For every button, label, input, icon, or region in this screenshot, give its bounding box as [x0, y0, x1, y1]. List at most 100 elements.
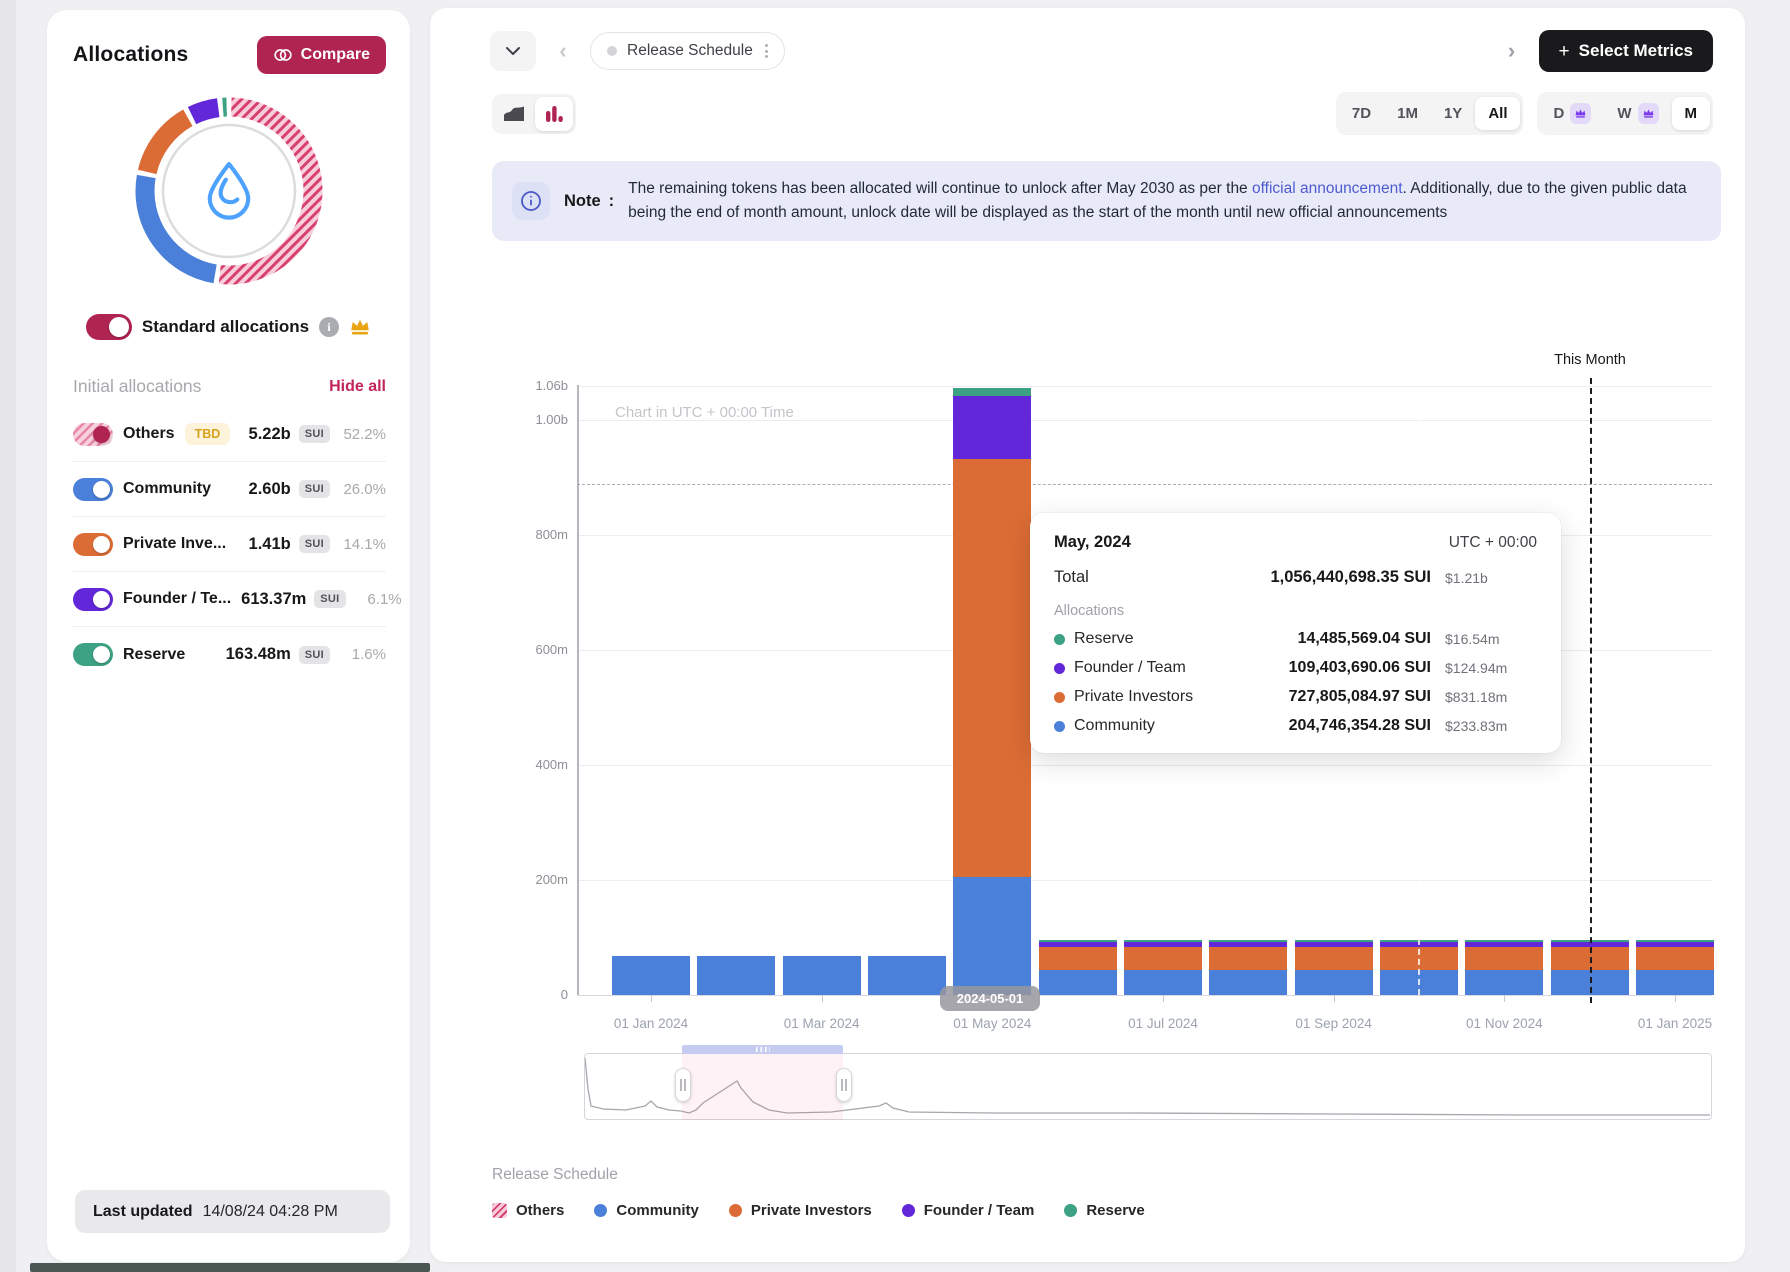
x-axis-label: 01 Jan 2024	[586, 1016, 716, 1031]
bar-jun-2024-private-investors[interactable]	[1039, 947, 1117, 970]
interval-group: D W M	[1537, 92, 1713, 135]
tooltip-total-usd: $1.21b	[1445, 570, 1537, 586]
chart-legend: Others Community Private Investors Found…	[492, 1202, 1145, 1219]
allocation-percent: 6.1%	[354, 591, 402, 608]
bar-aug-2024-private-investors[interactable]	[1209, 947, 1287, 970]
sui-badge: SUI	[314, 590, 345, 608]
range-all[interactable]: All	[1475, 97, 1520, 130]
sui-badge: SUI	[299, 646, 330, 664]
official-announcement-link[interactable]: official announcement	[1252, 180, 1403, 197]
chart-watermark: Chart in UTC + 00:00 Time	[615, 404, 794, 421]
bar-jun-2024-community[interactable]	[1039, 970, 1117, 995]
range-1m[interactable]: 1M	[1384, 97, 1431, 130]
bar-may-2024-reserve[interactable]	[953, 388, 1031, 396]
bar-jan-2025-private-investors[interactable]	[1636, 947, 1714, 970]
bar-chart-button[interactable]	[535, 97, 573, 131]
bar-jul-2024-community[interactable]	[1124, 970, 1202, 995]
bar-aug-2024-founder-team[interactable]	[1209, 942, 1287, 948]
bar-jul-2024-founder-team[interactable]	[1124, 942, 1202, 948]
reserve-dot-icon	[1054, 634, 1065, 645]
gridline	[577, 880, 1712, 881]
standard-allocations-toggle[interactable]	[86, 314, 132, 340]
interval-month[interactable]: M	[1672, 97, 1711, 130]
metric-pill[interactable]: Release Schedule	[590, 32, 785, 70]
bar-may-2024-founder-team[interactable]	[953, 396, 1031, 459]
this-month-line	[1590, 378, 1592, 1003]
bar-jun-2024-founder-team[interactable]	[1039, 942, 1117, 948]
bar-mar-2024-community[interactable]	[783, 956, 861, 995]
navigator-selection[interactable]	[682, 1053, 843, 1120]
community-dot-icon	[594, 1204, 607, 1217]
select-metrics-button[interactable]: + Select Metrics	[1539, 30, 1713, 72]
bar-nov-2024-reserve[interactable]	[1465, 940, 1543, 942]
x-axis-line	[577, 995, 1712, 996]
hover-date-chip: 2024-05-01	[940, 986, 1040, 1011]
bar-jan-2025-community[interactable]	[1636, 970, 1714, 995]
navigator-handle-right[interactable]	[836, 1068, 852, 1102]
bar-sep-2024-community[interactable]	[1295, 970, 1373, 995]
navigator-handle-left[interactable]	[675, 1068, 691, 1102]
bar-aug-2024-community[interactable]	[1209, 970, 1287, 995]
legend-item-reserve[interactable]: Reserve	[1064, 1202, 1144, 1219]
range-7d[interactable]: 7D	[1339, 97, 1384, 130]
last-updated-label: Last updated	[93, 1203, 193, 1221]
y-axis-line	[577, 385, 579, 995]
bar-apr-2024-community[interactable]	[868, 956, 946, 995]
community-dot-icon	[1054, 721, 1065, 732]
tooltip-date: May, 2024	[1054, 533, 1131, 552]
allocation-name: Others	[123, 425, 175, 443]
interval-day[interactable]: D	[1540, 95, 1604, 132]
donut-segment-founder-te-[interactable]	[192, 108, 218, 116]
interval-week[interactable]: W	[1604, 95, 1671, 132]
prev-metric-arrow[interactable]: ‹	[552, 38, 574, 64]
y-axis-tick: 1.06b	[516, 378, 568, 393]
sui-badge: SUI	[299, 425, 330, 443]
others-toggle[interactable]	[73, 423, 113, 446]
bar-jan-2025-founder-team[interactable]	[1636, 942, 1714, 948]
range-1y[interactable]: 1Y	[1431, 97, 1475, 130]
bar-jul-2024-private-investors[interactable]	[1124, 947, 1202, 970]
private-investors-toggle[interactable]	[73, 533, 113, 556]
allocation-percent: 1.6%	[338, 646, 386, 663]
next-metric-arrow[interactable]: ›	[1501, 38, 1523, 64]
allocation-name: Founder / Te...	[123, 590, 231, 608]
bar-jul-2024-reserve[interactable]	[1124, 940, 1202, 942]
y-axis-tick: 200m	[516, 872, 568, 887]
private-investors-dot-icon	[729, 1204, 742, 1217]
expand-metrics-button[interactable]	[490, 31, 536, 71]
bar-may-2024-community[interactable]	[953, 877, 1031, 995]
bar-jan-2025-reserve[interactable]	[1636, 940, 1714, 942]
bar-nov-2024-community[interactable]	[1465, 970, 1543, 995]
y-axis-tick: 0	[516, 987, 568, 1002]
legend-item-others[interactable]: Others	[492, 1202, 564, 1219]
allocation-name: Reserve	[123, 646, 185, 664]
allocation-row-reserve: Reserve 163.48m SUI 1.6%	[73, 627, 386, 682]
navigator-selection-bar[interactable]	[682, 1045, 843, 1054]
bar-sep-2024-private-investors[interactable]	[1295, 947, 1373, 970]
area-chart-button[interactable]	[495, 97, 533, 131]
legend-item-community[interactable]: Community	[594, 1202, 699, 1219]
bar-may-2024-private-investors[interactable]	[953, 459, 1031, 877]
founder-team-toggle[interactable]	[73, 588, 113, 611]
kebab-menu-icon[interactable]	[763, 42, 770, 60]
bar-nov-2024-founder-team[interactable]	[1465, 942, 1543, 948]
tooltip-section-label: Allocations	[1054, 603, 1537, 619]
bar-jan-2024-community[interactable]	[612, 956, 690, 995]
bar-feb-2024-community[interactable]	[697, 956, 775, 995]
allocation-amount: 2.60b	[249, 480, 291, 499]
bar-nov-2024-private-investors[interactable]	[1465, 947, 1543, 970]
bar-sep-2024-reserve[interactable]	[1295, 940, 1373, 942]
legend-item-private-investors[interactable]: Private Investors	[729, 1202, 872, 1219]
info-icon[interactable]: i	[319, 317, 339, 337]
area-chart-icon	[503, 105, 525, 122]
allocation-amount: 1.41b	[249, 535, 291, 554]
hide-all-link[interactable]: Hide all	[329, 378, 386, 396]
bar-aug-2024-reserve[interactable]	[1209, 940, 1287, 942]
chart-tooltip: May, 2024 UTC + 00:00 Total 1,056,440,69…	[1030, 513, 1561, 753]
bar-jun-2024-reserve[interactable]	[1039, 940, 1117, 942]
bar-sep-2024-founder-team[interactable]	[1295, 942, 1373, 948]
community-toggle[interactable]	[73, 478, 113, 501]
compare-button[interactable]: Compare	[257, 36, 386, 74]
reserve-toggle[interactable]	[73, 643, 113, 666]
legend-item-founder-team[interactable]: Founder / Team	[902, 1202, 1035, 1219]
